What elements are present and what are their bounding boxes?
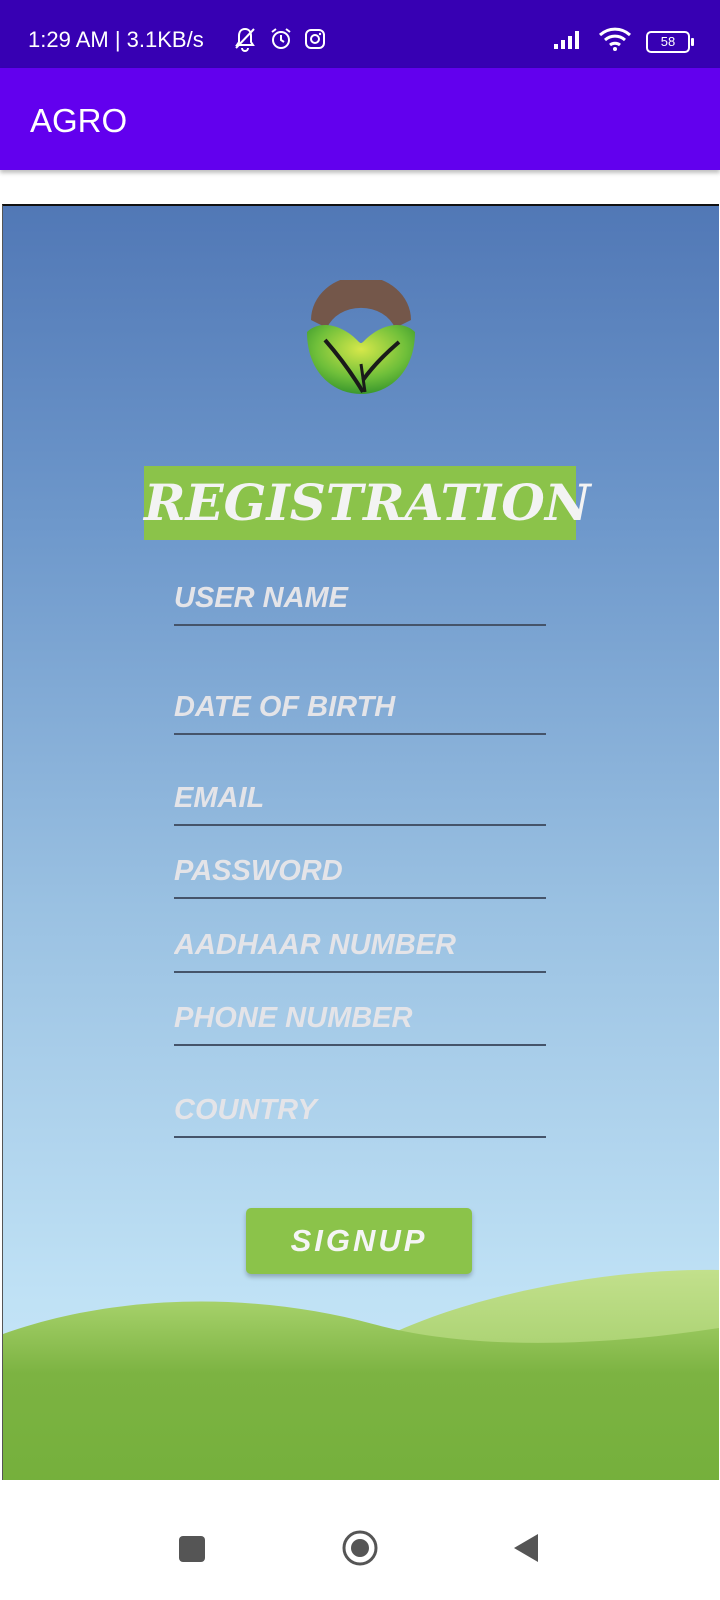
agro-logo xyxy=(303,276,419,400)
country-field[interactable] xyxy=(174,1084,546,1138)
phone-field[interactable] xyxy=(174,992,546,1046)
recents-square-icon[interactable] xyxy=(178,1535,206,1568)
aadhaar-field[interactable] xyxy=(174,919,546,973)
instagram-icon xyxy=(304,28,326,55)
signup-button[interactable]: SIGNUP xyxy=(246,1208,472,1274)
email-input[interactable] xyxy=(174,772,546,824)
password-field[interactable] xyxy=(174,845,546,899)
aadhaar-input[interactable] xyxy=(174,919,546,971)
dob-input[interactable] xyxy=(174,681,546,733)
battery-icon: 58 xyxy=(646,30,694,53)
registration-title: REGISTRATION xyxy=(144,466,591,540)
alarm-icon xyxy=(268,26,294,57)
back-triangle-icon[interactable] xyxy=(512,1532,540,1569)
username-field[interactable] xyxy=(174,572,546,626)
wifi-icon xyxy=(598,26,632,57)
phone-input[interactable] xyxy=(174,992,546,1044)
home-circle-icon[interactable] xyxy=(341,1529,379,1572)
app-bar: AGRO xyxy=(0,68,720,170)
app-title: AGRO xyxy=(30,102,128,139)
password-input[interactable] xyxy=(174,845,546,897)
status-bar: 1:29 AM | 3.1KB/s 58 xyxy=(0,0,720,68)
username-input[interactable] xyxy=(174,572,546,624)
status-time: 1:29 AM | 3.1KB/s xyxy=(28,27,204,52)
notification-muted-icon xyxy=(232,26,258,57)
signal-icon xyxy=(552,28,584,55)
system-nav-bar xyxy=(0,1480,720,1600)
email-field[interactable] xyxy=(174,772,546,826)
dob-field[interactable] xyxy=(174,681,546,735)
country-input[interactable] xyxy=(174,1084,546,1136)
